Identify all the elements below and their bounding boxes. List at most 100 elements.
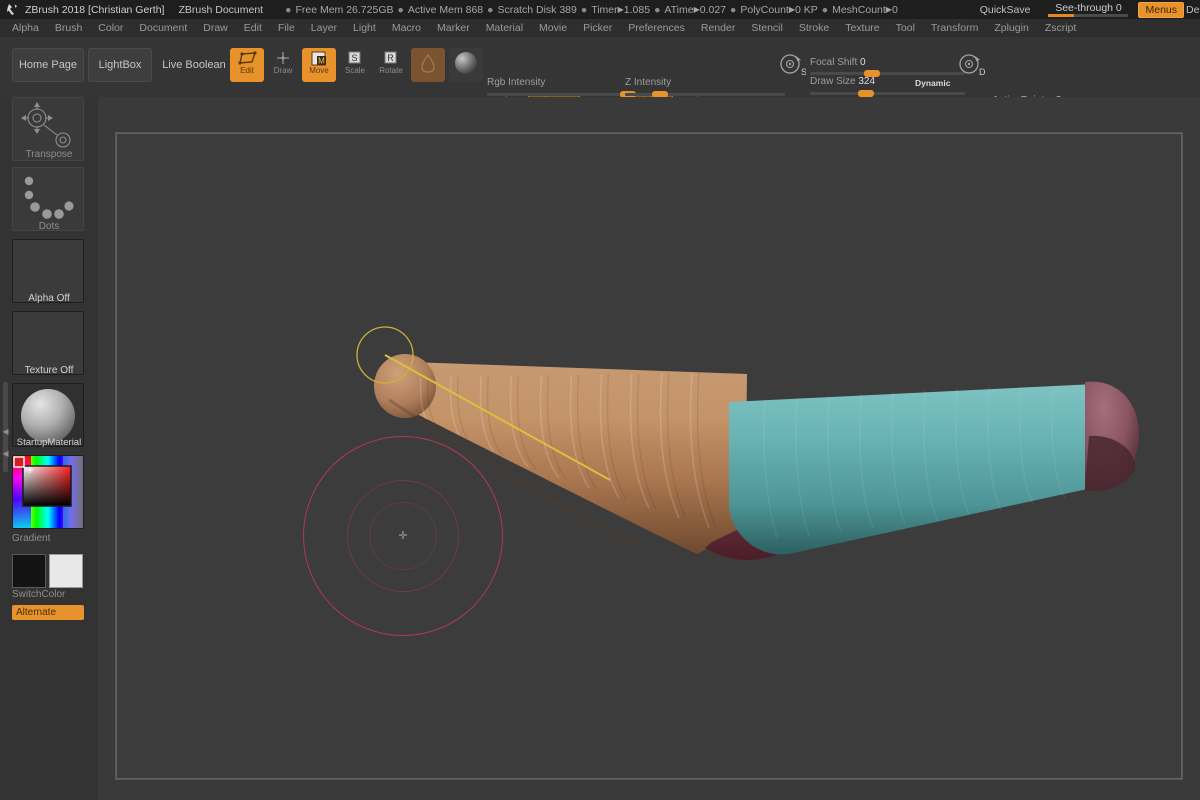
menu-item-brush[interactable]: Brush	[47, 19, 90, 37]
stat-arrow-icon: ▶	[788, 5, 795, 14]
document-canvas[interactable]: ✛	[117, 134, 1181, 778]
svg-text:S: S	[351, 53, 357, 63]
top-toolbar: Home Page LightBox Live Boolean Edit Dra…	[0, 37, 1200, 136]
model-viewport[interactable]	[117, 134, 1181, 778]
menu-item-light[interactable]: Light	[345, 19, 384, 37]
menu-item-movie[interactable]: Movie	[531, 19, 575, 37]
focal-shift-value: 0	[860, 57, 866, 68]
see-through-fill	[1048, 14, 1075, 17]
focal-shift-track[interactable]	[810, 70, 965, 77]
quicksave-button[interactable]: QuickSave	[980, 4, 1031, 16]
menu-item-zplugin[interactable]: Zplugin	[986, 19, 1036, 37]
rgb-intensity-label: Rgb Intensity	[487, 77, 546, 88]
scale-mode-button[interactable]: S Scale	[338, 48, 372, 82]
menu-item-stroke[interactable]: Stroke	[791, 19, 837, 37]
see-through-slider[interactable]: See-through 0	[1046, 0, 1130, 19]
stat-item: Scratch Disk 389	[497, 3, 577, 16]
menu-item-alpha[interactable]: Alpha	[0, 19, 47, 37]
left-sidebar: ◀ ◀ Transpose Dots Alpha Off Texture Off…	[0, 97, 98, 800]
menu-item-document[interactable]: Document	[131, 19, 195, 37]
document-frame[interactable]: ✛	[116, 133, 1182, 779]
move-mode-caption: Move	[309, 66, 329, 75]
draw-size-knob[interactable]	[857, 90, 874, 97]
menu-item-layer[interactable]: Layer	[303, 19, 345, 37]
menu-item-color[interactable]: Color	[90, 19, 131, 37]
color-gradient-picker-icon[interactable]	[13, 456, 83, 528]
menu-item-file[interactable]: File	[270, 19, 303, 37]
menu-item-picker[interactable]: Picker	[575, 19, 620, 37]
stat-separator: ●	[487, 3, 494, 16]
canvas-area[interactable]: ✛	[98, 97, 1200, 800]
zbrush-logo-icon	[5, 3, 21, 17]
menu-item-draw[interactable]: Draw	[195, 19, 236, 37]
home-page-button[interactable]: Home Page	[12, 48, 84, 82]
draw-size-track[interactable]	[810, 90, 965, 97]
menu-item-macro[interactable]: Macro	[384, 19, 429, 37]
primary-color-swatch[interactable]	[12, 554, 46, 588]
live-boolean-button[interactable]: Live Boolean	[156, 48, 232, 82]
lightbox-button[interactable]: LightBox	[88, 48, 152, 82]
alternate-button[interactable]: Alternate	[12, 605, 84, 620]
menu-bar: Alpha Brush Color Document Draw Edit File Layer…	[0, 19, 1200, 37]
stat-item: Active Mem 868	[407, 3, 484, 16]
sidebar-collapse-left-icon[interactable]: ◀	[1, 427, 10, 436]
menu-item-transform[interactable]: Transform	[923, 19, 986, 37]
draw-size-dial-d-icon[interactable]: D	[957, 51, 986, 79]
draw-mode-button[interactable]: Draw	[266, 48, 300, 82]
z-intensity-track[interactable]	[625, 91, 785, 98]
model-teal-segment	[729, 384, 1101, 555]
menus-button[interactable]: Menus	[1138, 1, 1184, 18]
stroke-caption: Transpose	[25, 149, 73, 160]
dynamic-badge[interactable]: Dynamic	[915, 78, 950, 88]
focal-shift-label: Focal Shift 0	[810, 57, 866, 68]
alpha-caption: Alpha Off	[28, 293, 70, 304]
menu-item-preferences[interactable]: Preferences	[620, 19, 693, 37]
stat-separator: ●	[397, 3, 404, 16]
material-sphere-icon	[453, 50, 479, 81]
switch-color-label[interactable]: SwitchColor	[0, 589, 98, 600]
sidebar-collapse-right-icon[interactable]: ◀	[1, 449, 10, 458]
current-brush-button[interactable]	[411, 48, 445, 82]
brush-cursor-crosshair-icon: ✛	[398, 529, 408, 542]
svg-text:S: S	[801, 67, 806, 77]
stat-arrow-icon: ▶	[885, 5, 892, 14]
model-end-cap	[1085, 381, 1139, 492]
menu-item-texture[interactable]: Texture	[837, 19, 887, 37]
stat-item: ATime▶0.027	[664, 3, 727, 16]
title-bar: ZBrush 2018 [Christian Gerth] ZBrush Doc…	[0, 0, 1200, 19]
menu-item-stencil[interactable]: Stencil	[743, 19, 791, 37]
move-mode-button[interactable]: M Move	[302, 48, 336, 82]
menu-item-zscript[interactable]: Zscript	[1037, 19, 1085, 37]
draw-size-dial-s-icon[interactable]: S	[778, 51, 807, 79]
menu-item-material[interactable]: Material	[478, 19, 531, 37]
rotate-mode-button[interactable]: R Rotate	[374, 48, 408, 82]
brush-thumbnail-icon	[416, 51, 440, 80]
rgb-intensity-track[interactable]	[487, 91, 647, 98]
draw-size-value: 324	[858, 76, 876, 87]
see-through-label: See-through 0	[1055, 2, 1122, 14]
stat-separator: ●	[730, 3, 737, 16]
menu-item-edit[interactable]: Edit	[236, 19, 270, 37]
clipped-menu-label[interactable]: De	[1186, 4, 1200, 16]
stat-item: Free Mem 26.725GB	[295, 3, 394, 16]
current-material-button[interactable]	[449, 48, 483, 82]
menu-item-tool[interactable]: Tool	[888, 19, 923, 37]
svg-text:D: D	[979, 67, 985, 77]
menu-item-render[interactable]: Render	[693, 19, 743, 37]
memory-stats: ● Free Mem 26.725GB ● Active Mem 868 ● Scratc…	[281, 4, 898, 16]
document-title: ZBrush Document	[178, 3, 264, 16]
stat-separator: ●	[580, 3, 588, 16]
menu-item-marker[interactable]: Marker	[429, 19, 478, 37]
secondary-color-swatch[interactable]	[49, 554, 83, 588]
draw-size-text: Draw Size	[810, 76, 856, 87]
see-through-track[interactable]	[1048, 14, 1129, 17]
stat-item: PolyCount▶0 KP	[740, 3, 818, 16]
stat-item: MeshCount▶0	[832, 3, 898, 16]
svg-text:R: R	[387, 53, 394, 63]
zbrush-window: ZBrush 2018 [Christian Gerth] ZBrush Doc…	[0, 0, 1200, 800]
stat-arrow-icon: ▶	[617, 5, 624, 14]
stroke-type-caption: Dots	[38, 221, 60, 232]
title-bar-right: QuickSave See-through 0 Menus De	[980, 0, 1200, 19]
color-picker[interactable]	[12, 455, 84, 529]
edit-mode-button[interactable]: Edit	[230, 48, 264, 82]
